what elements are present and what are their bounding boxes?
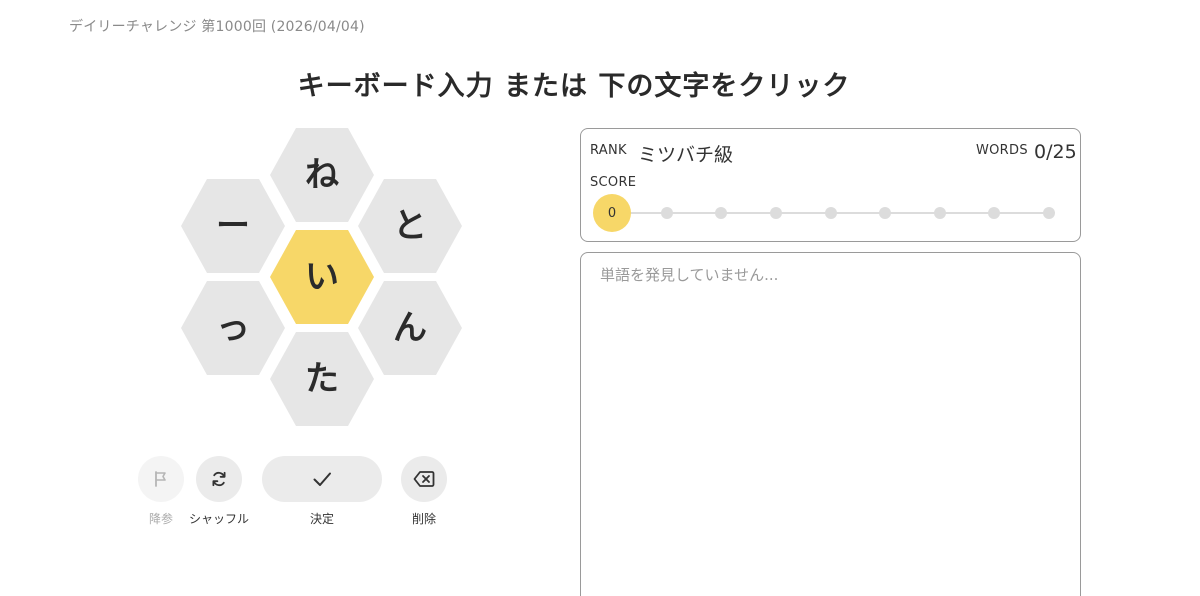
hex-letter: た [305, 359, 339, 399]
backspace-icon [413, 471, 435, 487]
shuffle-control: シャッフル [186, 456, 252, 527]
word-list-placeholder: 単語を発見していません... [600, 266, 779, 284]
give-up-control: 降参 [138, 456, 184, 527]
hex-upper-left[interactable]: ー [181, 179, 285, 273]
hex-letter: ん [393, 308, 427, 348]
score-progress-dot [933, 207, 946, 219]
give-up-button[interactable] [138, 456, 184, 502]
found-words-list: 単語を発見していません... [580, 252, 1081, 596]
rank-value: ミツバチ級 [638, 144, 734, 166]
give-up-label: 降参 [148, 512, 173, 526]
score-progress-dot [1043, 207, 1055, 219]
score-progress-dot [879, 207, 892, 219]
words-count: 0/25 [1034, 141, 1077, 163]
score-progress-dot [660, 207, 673, 219]
hex-center[interactable]: い [270, 230, 374, 324]
hex-bottom[interactable]: た [270, 332, 374, 426]
hex-letter: い [305, 257, 339, 297]
hex-lower-left[interactable]: っ [181, 281, 285, 375]
flag-icon [155, 471, 166, 487]
hex-letter: っ [216, 308, 250, 348]
hex-top[interactable]: ね [270, 128, 374, 222]
delete-label: 削除 [411, 512, 436, 526]
score-progress-dot [988, 207, 1001, 219]
score-bubble: 0 [593, 194, 631, 232]
hex-upper-right[interactable]: と [358, 179, 462, 273]
delete-control: 削除 [401, 456, 447, 527]
shuffle-icon [212, 471, 226, 487]
delete-button[interactable] [401, 456, 447, 502]
checkmark-icon [313, 472, 331, 486]
hex-letter: と [393, 206, 427, 246]
hex-lower-right[interactable]: ん [358, 281, 462, 375]
submit-button[interactable] [262, 456, 382, 502]
submit-label: 決定 [309, 512, 334, 526]
score-progress-dot [824, 207, 837, 219]
hex-letter: ー [216, 206, 250, 246]
score-progress-dot [715, 207, 728, 219]
rank-label: RANK [590, 143, 627, 158]
shuffle-label: シャッフル [188, 512, 249, 526]
hex-letter: ね [305, 155, 339, 195]
score-label: SCORE [590, 175, 637, 190]
status-panel: RANK ミツバチ級 WORDS 0/25 SCORE 0 [580, 128, 1081, 242]
shuffle-button[interactable] [196, 456, 242, 502]
score-progress-dot [769, 207, 782, 219]
words-label: WORDS [976, 143, 1028, 158]
submit-control: 決定 [262, 456, 382, 527]
